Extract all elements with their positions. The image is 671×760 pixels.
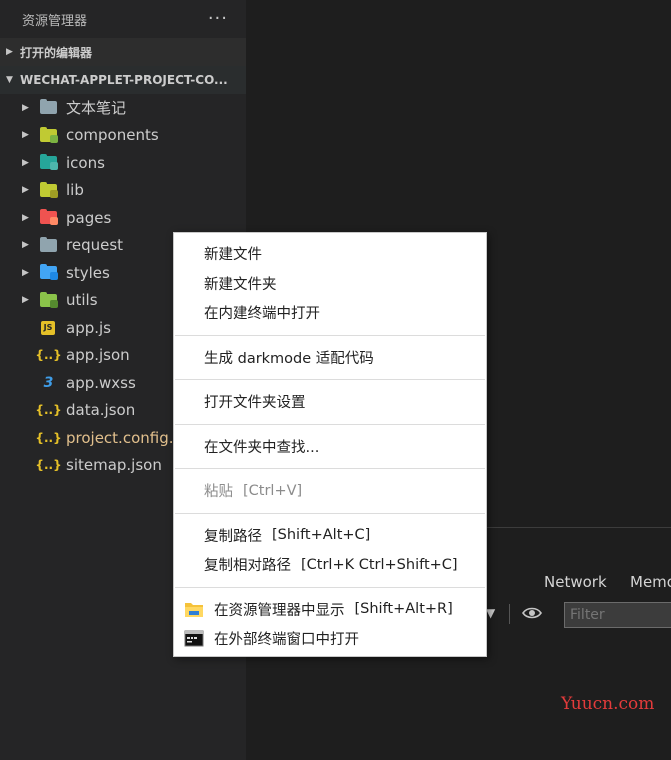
open-editors-label: 打开的编辑器	[20, 45, 93, 60]
more-actions-icon[interactable]: ···	[208, 10, 228, 28]
styles-folder-icon	[40, 264, 58, 281]
terminal-icon	[184, 630, 204, 647]
tree-item-label: 文本笔记	[66, 99, 127, 118]
menu-item-label: 在文件夹中查找...	[204, 439, 320, 456]
menu-item-label: 在内建终端中打开	[204, 306, 320, 323]
tab-memory[interactable]: Memo	[630, 573, 671, 591]
menu-separator	[175, 334, 485, 336]
chevron-right-icon: ▶	[22, 102, 29, 113]
menu-item-label: 复制路径	[204, 528, 262, 545]
file-explorer-icon	[185, 602, 203, 617]
menu-separator	[175, 468, 485, 469]
menu-item-open-external-terminal[interactable]: 在外部终端窗口中打开	[174, 624, 486, 654]
css-file-icon: 3	[43, 374, 54, 391]
watermark-text: Yuucn.com	[561, 694, 655, 714]
context-menu: 新建文件 新建文件夹 在内建终端中打开 生成 darkmode 适配代码 打开文…	[173, 232, 487, 657]
menu-item-label: 在外部终端窗口中打开	[214, 632, 359, 649]
menu-separator	[175, 423, 485, 425]
components-folder-icon	[40, 126, 58, 143]
menu-item-darkmode[interactable]: 生成 darkmode 适配代码	[174, 343, 486, 373]
project-section[interactable]: ▼ WECHAT-APPLET-PROJECT-CO...	[0, 66, 246, 94]
menu-separator	[175, 586, 485, 588]
menu-item-folder-settings[interactable]: 打开文件夹设置	[174, 387, 486, 417]
menu-separator	[175, 379, 485, 380]
icons-folder-icon	[40, 154, 58, 171]
tree-item-label: app.json	[66, 346, 130, 365]
explorer-title: 资源管理器	[22, 13, 88, 29]
tree-item-label: app.wxss	[66, 373, 136, 392]
tab-network[interactable]: Network	[544, 573, 607, 591]
json-file-icon: {..}	[35, 403, 62, 418]
json-file-icon: {..}	[35, 458, 62, 473]
menu-item-copy-relative-path[interactable]: 复制相对路径 [Ctrl+K Ctrl+Shift+C]	[174, 550, 486, 580]
menu-item-shortcut: [Ctrl+K Ctrl+Shift+C]	[301, 556, 458, 573]
menu-item-label: 生成 darkmode 适配代码	[204, 350, 374, 367]
filter-input[interactable]	[564, 602, 671, 628]
menu-item-find-in-folder[interactable]: 在文件夹中查找...	[174, 432, 486, 462]
dropdown-arrow-icon[interactable]: ▼	[486, 606, 495, 620]
chevron-right-icon: ▶	[22, 267, 29, 278]
utils-folder-icon	[40, 291, 58, 308]
tree-item-label: pages	[66, 208, 112, 227]
menu-item-label: 新建文件夹	[204, 276, 277, 293]
chevron-right-icon: ▶	[22, 185, 29, 196]
json-file-icon: {..}	[35, 348, 62, 363]
chevron-right-icon: ▶	[22, 130, 29, 141]
pages-folder-icon	[40, 209, 58, 226]
chevron-right-icon: ▶	[22, 295, 29, 306]
tree-item-label: request	[66, 236, 124, 255]
tree-item-label: data.json	[66, 401, 136, 420]
menu-item-new-folder[interactable]: 新建文件夹	[174, 269, 486, 299]
tree-item-components[interactable]: ▶ components	[0, 122, 246, 150]
folder-icon	[40, 99, 57, 115]
open-editors-section[interactable]: ▶ 打开的编辑器	[0, 38, 246, 66]
menu-item-label: 在资源管理器中显示	[214, 602, 345, 619]
menu-item-shortcut: [Shift+Alt+C]	[272, 527, 371, 544]
chevron-right-icon: ▶	[22, 157, 29, 168]
tree-item-label: app.js	[66, 318, 111, 337]
tree-item-pages[interactable]: ▶ pages	[0, 204, 246, 232]
eye-icon[interactable]	[522, 606, 542, 620]
tree-item-icons[interactable]: ▶ icons	[0, 149, 246, 177]
explorer-header: 资源管理器 ···	[0, 0, 246, 38]
tree-item-label: utils	[66, 291, 98, 310]
tree-item-label: icons	[66, 153, 105, 172]
chevron-right-icon: ▶	[6, 47, 13, 57]
tree-item-wenben[interactable]: ▶ 文本笔记	[0, 94, 246, 122]
json-file-icon: {..}	[35, 430, 62, 445]
javascript-file-icon: JS	[41, 320, 55, 335]
menu-item-label: 复制相对路径	[204, 558, 291, 575]
tree-item-label: styles	[66, 263, 110, 282]
folder-icon	[40, 236, 57, 252]
menu-item-new-file[interactable]: 新建文件	[174, 239, 486, 269]
menu-item-label: 新建文件	[204, 247, 262, 264]
menu-item-paste: 粘贴 [Ctrl+V]	[174, 476, 486, 506]
chevron-right-icon: ▶	[22, 240, 29, 251]
lib-folder-icon	[40, 181, 58, 198]
tree-item-label: components	[66, 126, 159, 145]
menu-item-copy-path[interactable]: 复制路径 [Shift+Alt+C]	[174, 521, 486, 551]
chevron-right-icon: ▶	[22, 212, 29, 223]
menu-separator	[175, 512, 485, 514]
menu-item-shortcut: [Ctrl+V]	[243, 482, 303, 499]
project-label: WECHAT-APPLET-PROJECT-CO...	[20, 73, 228, 87]
menu-item-reveal-in-explorer[interactable]: 在资源管理器中显示 [Shift+Alt+R]	[174, 595, 486, 625]
menu-item-label: 粘贴	[204, 484, 233, 501]
menu-item-open-in-terminal[interactable]: 在内建终端中打开	[174, 298, 486, 328]
tree-item-label: sitemap.json	[66, 456, 162, 475]
chevron-down-icon: ▼	[6, 75, 13, 85]
tree-item-lib[interactable]: ▶ lib	[0, 177, 246, 205]
menu-item-label: 打开文件夹设置	[204, 395, 306, 412]
toolbar-divider	[509, 604, 510, 624]
tree-item-label: lib	[66, 181, 84, 200]
menu-item-shortcut: [Shift+Alt+R]	[354, 601, 453, 618]
